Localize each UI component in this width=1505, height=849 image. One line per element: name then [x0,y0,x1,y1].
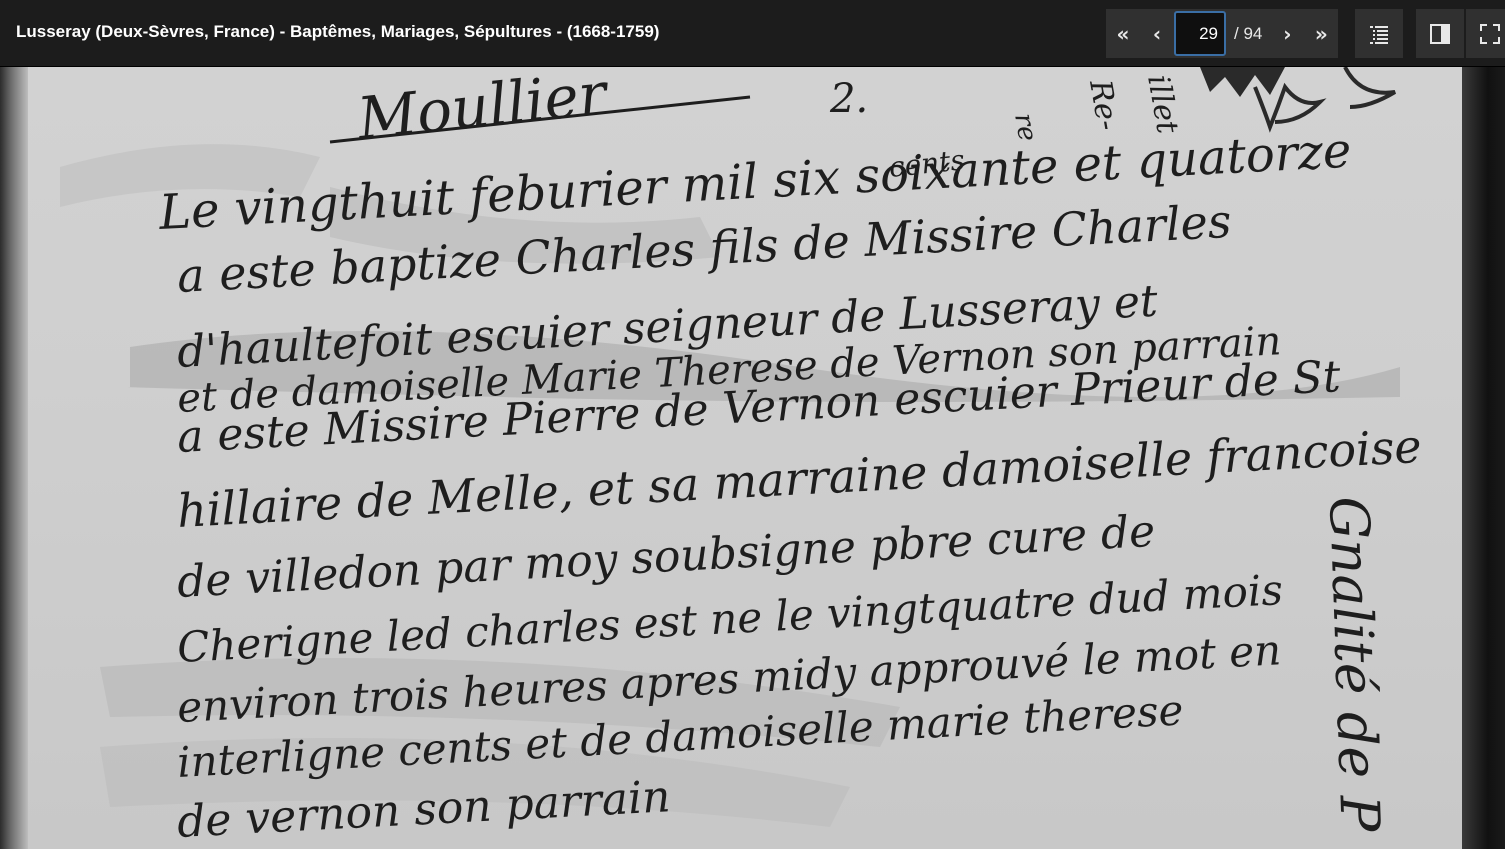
page-total: / 94 [1234,23,1263,43]
handwritten-record: re Re- illet Moullier 2. cents Le vingth… [60,67,1423,848]
page-navigator: « ‹ / 94 › » [1106,9,1339,58]
document-title: Lusseray (Deux-Sèvres, France) - Baptême… [16,22,660,41]
page-number-group: / 94 [1174,9,1271,58]
fullscreen-icon [1480,23,1500,44]
side-margin-note: Gnalité de P [1317,495,1392,834]
first-page-button[interactable]: « [1106,9,1140,58]
last-page-button[interactable]: » [1304,9,1339,58]
top-fragment-3: illet [1140,72,1185,137]
previous-page-button[interactable]: ‹ [1140,9,1174,58]
top-fragment-2: Re- [1082,76,1125,133]
side-panel-toggle-button[interactable] [1416,9,1464,58]
next-page-button[interactable]: › [1270,9,1305,58]
list-icon [1370,25,1388,44]
side-panel-icon [1430,23,1450,44]
number-mark: 2. [829,76,868,122]
scan-viewport[interactable]: re Re- illet Moullier 2. cents Le vingth… [0,67,1505,849]
table-of-contents-button[interactable] [1355,9,1403,58]
page-number-input[interactable] [1174,11,1226,56]
document-viewer: Lusseray (Deux-Sèvres, France) - Baptême… [0,0,1505,849]
viewer-toolbar: Lusseray (Deux-Sèvres, France) - Baptême… [0,0,1505,67]
margin-heading: Moullier [353,67,612,153]
fullscreen-button[interactable] [1466,9,1505,58]
